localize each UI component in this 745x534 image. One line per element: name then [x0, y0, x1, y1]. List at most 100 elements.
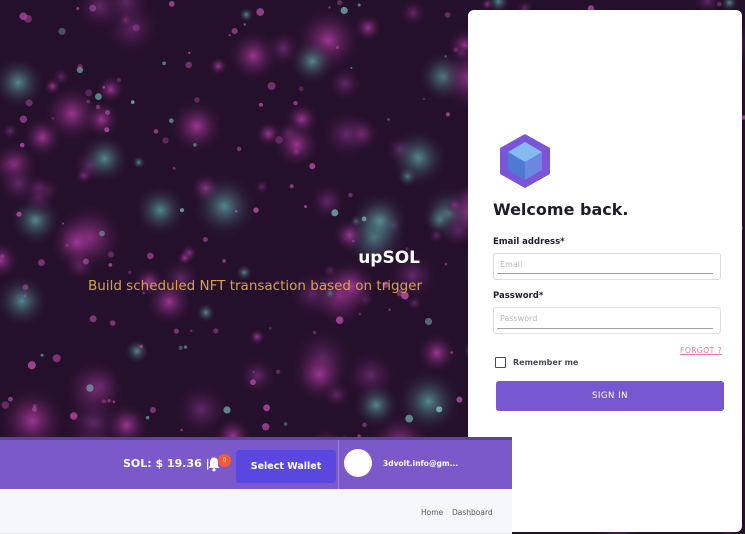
fractal-blob — [168, 98, 225, 155]
sign-in-button[interactable]: SIGN IN — [496, 381, 724, 411]
fractal-blob — [176, 249, 193, 266]
fractal-speck — [179, 208, 185, 213]
fractal-speck — [51, 116, 55, 120]
fractal-speck — [445, 112, 450, 117]
fractal-speck — [228, 34, 231, 37]
fractal-speck — [153, 129, 159, 134]
remember-me[interactable]: Remember me — [495, 357, 578, 368]
fractal-blob — [352, 381, 400, 429]
navbar-divider — [338, 440, 339, 490]
fractal-blob — [395, 368, 462, 435]
hero-subtitle: Build scheduled NFT transaction based on… — [88, 278, 422, 294]
fractal-speck — [150, 407, 156, 413]
fractal-blob — [388, 127, 449, 188]
fractal-speck — [169, 118, 174, 123]
select-wallet-button[interactable]: Select Wallet — [236, 450, 336, 483]
forgot-password-link[interactable]: FORGOT ? — [680, 346, 722, 355]
fractal-speck — [19, 142, 25, 148]
fractal-speck — [717, 1, 722, 7]
fractal-speck — [388, 308, 391, 312]
fractal-blob — [48, 213, 106, 271]
fractal-speck — [108, 263, 113, 267]
fractal-speck — [405, 414, 414, 423]
avatar[interactable] — [344, 449, 372, 477]
account-email[interactable]: 3dvolt.info@gm... — [383, 459, 458, 468]
fractal-speck — [1, 401, 10, 409]
fractal-speck — [85, 89, 93, 97]
fractal-speck — [27, 361, 36, 370]
fractal-speck — [350, 66, 353, 69]
fractal-speck — [243, 23, 246, 26]
fractal-speck — [456, 396, 463, 403]
fractal-blob — [248, 328, 266, 346]
app-navbar: SOL: $ 19.36 | 0 Select Wallet 3dvolt.in… — [0, 437, 512, 490]
fractal-speck — [0, 254, 5, 259]
fractal-speck — [86, 99, 91, 104]
fractal-speck — [19, 115, 28, 123]
fractal-blob — [191, 173, 258, 240]
fractal-speck — [358, 312, 362, 316]
fractal-blob — [238, 6, 255, 23]
fractal-speck — [328, 6, 331, 9]
fractal-speck — [269, 327, 272, 330]
fractal-speck — [102, 399, 107, 404]
fractal-blob — [208, 56, 228, 76]
password-input[interactable] — [493, 307, 721, 334]
fractal-speck — [309, 163, 316, 170]
fractal-speck — [22, 284, 29, 290]
email-input[interactable] — [493, 253, 721, 280]
fractal-speck — [275, 369, 281, 375]
remember-checkbox[interactable] — [495, 357, 506, 368]
email-underline — [497, 273, 713, 274]
fractal-speck — [139, 344, 143, 349]
fractal-speck — [444, 55, 447, 58]
fractal-speck — [147, 252, 154, 260]
fractal-speck — [213, 328, 219, 334]
fractal-speck — [95, 104, 101, 110]
fractal-speck — [112, 400, 116, 404]
fractal-speck — [132, 24, 140, 32]
fractal-speck — [193, 143, 197, 147]
fractal-speck — [130, 100, 135, 104]
breadcrumb: Home Dashboard — [0, 489, 512, 534]
fractal-speck — [331, 209, 339, 217]
fractal-speck — [99, 230, 105, 237]
fractal-speck — [183, 345, 188, 349]
hexagon-cube-logo-icon — [500, 134, 550, 188]
password-label: Password* — [493, 291, 544, 301]
fractal-speck — [267, 82, 276, 90]
fractal-speck — [77, 64, 83, 70]
fractal-speck — [234, 209, 238, 213]
fractal-blob — [131, 155, 146, 170]
fractal-speck — [62, 222, 64, 225]
fractal-speck — [128, 270, 132, 275]
fractal-speck — [189, 329, 193, 333]
fractal-speck — [361, 216, 367, 222]
fractal-speck — [252, 370, 255, 373]
breadcrumb-dashboard[interactable]: Dashboard — [452, 508, 493, 517]
fractal-blob — [290, 345, 349, 404]
fractal-speck — [107, 399, 111, 403]
notification-badge: 0 — [218, 454, 231, 467]
fractal-speck — [348, 192, 353, 198]
fractal-speck — [362, 422, 367, 428]
email-label: Email address* — [493, 237, 565, 247]
fractal-speck — [95, 93, 102, 100]
fractal-speck — [104, 127, 110, 133]
fractal-speck — [16, 211, 22, 217]
fractal-speck — [180, 428, 184, 432]
breadcrumb-home[interactable]: Home — [421, 508, 443, 517]
fractal-speck — [52, 354, 61, 363]
fractal-blob — [0, 121, 20, 141]
fractal-speck — [253, 207, 259, 213]
fractal-speck — [194, 97, 200, 103]
fractal-blob — [133, 183, 187, 237]
fractal-speck — [422, 97, 426, 101]
fractal-speck — [188, 51, 191, 55]
fractal-speck — [258, 102, 263, 107]
fractal-speck — [304, 205, 307, 209]
fractal-blob — [76, 363, 124, 411]
fractal-speck — [162, 137, 169, 144]
fractal-speck — [453, 47, 459, 53]
fractal-blob — [42, 83, 102, 144]
